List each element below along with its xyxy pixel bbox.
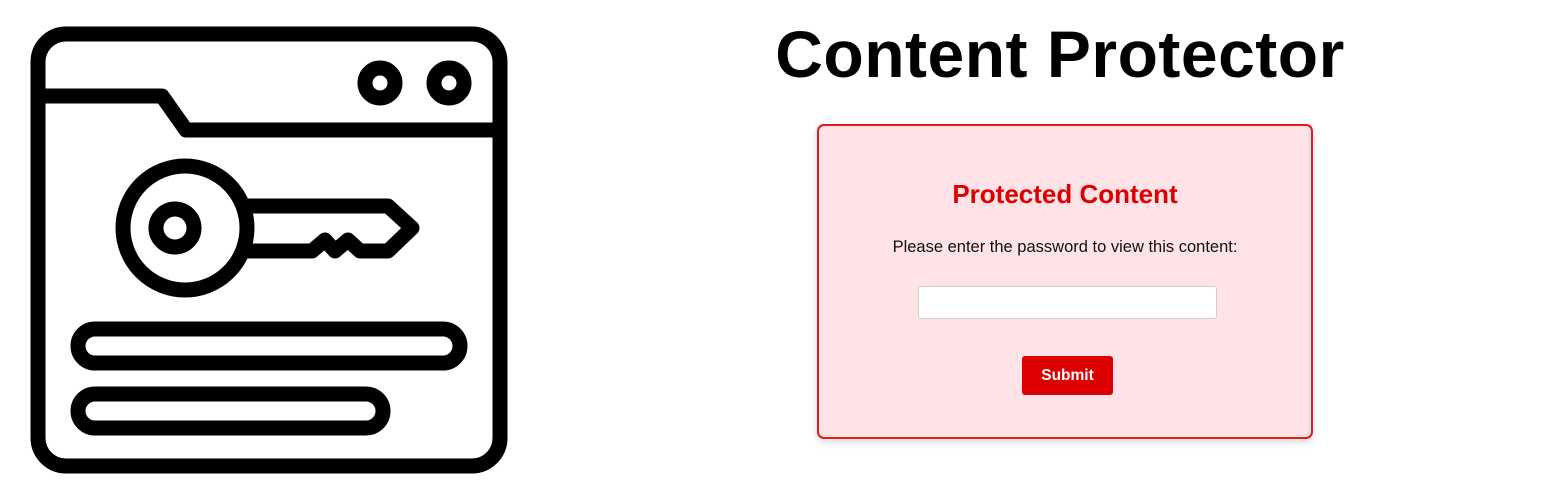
- protected-content-card: Protected Content Please enter the passw…: [817, 124, 1313, 439]
- submit-button[interactable]: Submit: [1022, 356, 1113, 395]
- page-title: Content Protector: [775, 17, 1345, 91]
- page: Content Protector Protected Content Plea…: [0, 0, 1554, 500]
- password-instructions: Please enter the password to view this c…: [892, 238, 1238, 256]
- browser-window-key-icon: [30, 26, 508, 474]
- password-input[interactable]: [918, 286, 1217, 319]
- card-heading: Protected Content: [952, 179, 1178, 209]
